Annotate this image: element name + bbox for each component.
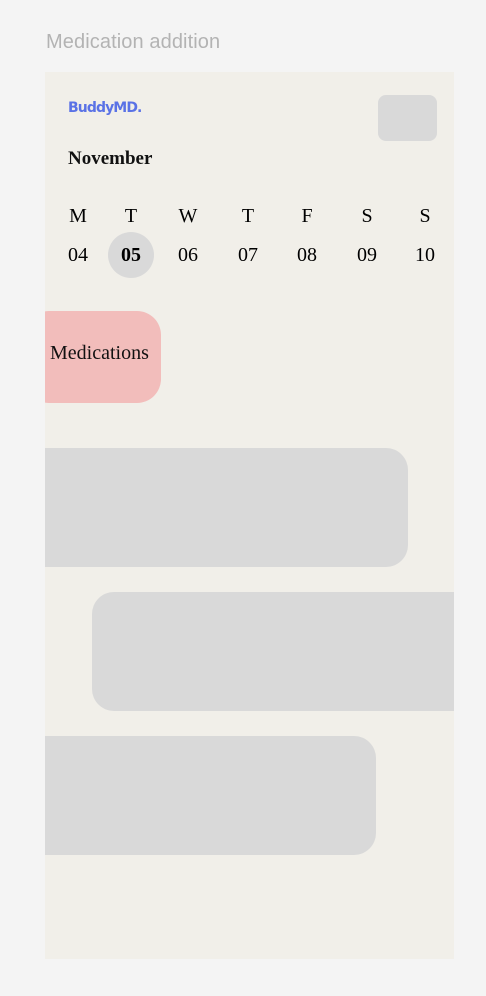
medication-card-placeholder[interactable] xyxy=(92,592,454,711)
weekday-label: T xyxy=(241,205,255,227)
medications-tab-label: Medications xyxy=(50,342,149,364)
app-logo: BuddyMD. xyxy=(68,100,142,116)
calendar-day[interactable]: 10 xyxy=(402,232,448,278)
weekday-label: S xyxy=(361,205,373,227)
calendar-day[interactable]: 08 xyxy=(284,232,330,278)
weekday-label: M xyxy=(69,205,87,227)
medication-card-placeholder[interactable] xyxy=(45,736,376,855)
calendar-month: November xyxy=(68,148,153,169)
medication-card-placeholder[interactable] xyxy=(45,448,408,567)
weekday-label: T xyxy=(124,205,138,227)
header-action-placeholder[interactable] xyxy=(378,95,437,141)
calendar-day-selected[interactable]: 05 xyxy=(108,232,154,278)
app-screen: BuddyMD. November M 04 T 05 W 06 T 07 F … xyxy=(45,72,454,959)
weekday-label: W xyxy=(178,205,198,227)
weekday-label: S xyxy=(419,205,431,227)
frame-title: Medication addition xyxy=(46,31,221,53)
calendar-day[interactable]: 07 xyxy=(225,232,271,278)
calendar-day[interactable]: 04 xyxy=(55,232,101,278)
weekday-label: F xyxy=(301,205,313,227)
calendar-day[interactable]: 09 xyxy=(344,232,390,278)
calendar-day[interactable]: 06 xyxy=(165,232,211,278)
